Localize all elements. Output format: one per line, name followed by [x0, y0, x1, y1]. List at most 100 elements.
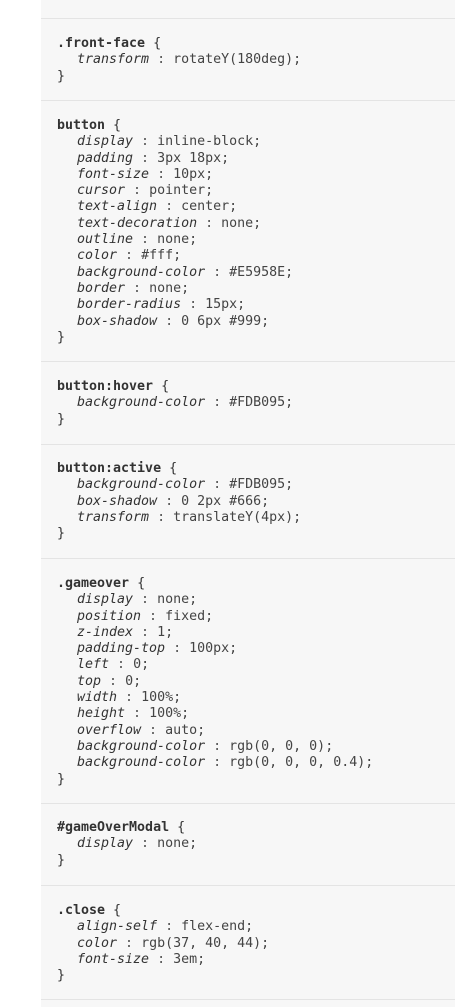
css-property: transform: [77, 52, 150, 68]
colon-separator: :: [109, 657, 134, 673]
css-value: #fff;: [141, 248, 182, 264]
css-rule-button: button {display : inline-block; padding :…: [57, 118, 293, 346]
css-property: left: [77, 657, 110, 673]
css-declaration: height : 100%;: [57, 706, 373, 722]
css-property: width: [77, 690, 118, 706]
css-selector: .gameover: [57, 576, 130, 591]
close-brace: }: [57, 771, 66, 787]
css-value: 15px;: [205, 297, 246, 313]
colon-separator: :: [133, 624, 158, 640]
css-declaration: display : none;: [57, 592, 373, 608]
css-value: 100%;: [149, 706, 190, 722]
css-value: rgb(0, 0, 0);: [229, 738, 334, 754]
css-declaration: background-color : #FDB095;: [57, 477, 301, 493]
css-selector: #gameOverModal: [57, 820, 170, 835]
css-property: height: [77, 706, 126, 722]
css-value: 10px;: [173, 166, 214, 182]
css-selector: button:hover: [57, 379, 154, 394]
css-property: background-color: [77, 477, 206, 493]
colon-separator: :: [125, 280, 150, 296]
css-property: z-index: [77, 624, 134, 640]
css-selector-line: .gameover {: [57, 576, 373, 592]
rule-divider: [41, 885, 455, 886]
colon-separator: :: [133, 232, 158, 248]
css-declaration: background-color : #FDB095;: [57, 395, 293, 411]
css-rule-button-hover: button:hover {background-color : #FDB095…: [57, 379, 293, 428]
css-selector: button:active: [57, 461, 162, 476]
css-value: 3em;: [173, 951, 206, 967]
css-property: padding: [77, 150, 134, 166]
css-value: none;: [157, 232, 198, 248]
css-selector-line: .front-face {: [57, 36, 301, 52]
css-property: font-size: [77, 951, 150, 967]
css-property: overflow: [77, 722, 142, 738]
css-declaration: background-color : rgb(0, 0, 0);: [57, 739, 373, 755]
css-selector-line: .close {: [57, 903, 269, 919]
css-declaration: border : none;: [57, 281, 293, 297]
css-declaration: top : 0;: [57, 674, 373, 690]
css-value: center;: [181, 199, 238, 215]
css-code-viewer: .front-face {transform : rotateY(180deg)…: [41, 0, 455, 1007]
css-value: pointer;: [149, 183, 214, 199]
css-property: background-color: [77, 755, 206, 771]
colon-separator: :: [181, 297, 206, 313]
close-brace: }: [57, 526, 66, 542]
css-selector: .close: [57, 903, 106, 918]
colon-separator: :: [205, 395, 230, 411]
css-property: background-color: [77, 395, 206, 411]
css-rule-gameover: .gameover {display : none; position : fix…: [57, 576, 373, 788]
css-property: display: [77, 134, 134, 150]
css-declaration: transform : rotateY(180deg);: [57, 52, 301, 68]
css-value: translateY(4px);: [173, 509, 302, 525]
close-brace: }: [57, 411, 66, 427]
rule-divider: [41, 999, 455, 1000]
css-value: #FDB095;: [229, 477, 294, 493]
css-declaration: transform : translateY(4px);: [57, 510, 301, 526]
css-declaration: padding : 3px 18px;: [57, 151, 293, 167]
css-property: border: [77, 280, 126, 296]
css-value: rotateY(180deg);: [173, 52, 302, 68]
rule-divider: [41, 444, 455, 445]
colon-separator: :: [125, 183, 150, 199]
close-brace: }: [57, 329, 66, 345]
colon-separator: :: [133, 134, 158, 150]
css-declaration: left : 0;: [57, 657, 373, 673]
close-brace: }: [57, 968, 66, 984]
close-brace: }: [57, 852, 66, 868]
css-value: flex-end;: [181, 919, 254, 935]
colon-separator: :: [157, 199, 182, 215]
css-value: none;: [149, 280, 190, 296]
css-property: color: [77, 935, 118, 951]
css-property: align-self: [77, 919, 158, 935]
colon-separator: :: [205, 477, 230, 493]
css-declaration: display : inline-block;: [57, 134, 293, 150]
css-property: box-shadow: [77, 313, 158, 329]
css-declaration: text-align : center;: [57, 199, 293, 215]
css-value: 0;: [125, 673, 142, 689]
css-value: auto;: [165, 722, 206, 738]
css-declaration: color : rgb(37, 40, 44);: [57, 936, 269, 952]
colon-separator: :: [205, 755, 230, 771]
css-property: color: [77, 248, 118, 264]
colon-separator: :: [157, 493, 182, 509]
css-value: none;: [157, 836, 198, 852]
css-declaration: font-size : 3em;: [57, 952, 269, 968]
css-property: background-color: [77, 738, 206, 754]
css-value: rgb(37, 40, 44);: [141, 935, 270, 951]
css-value: fixed;: [165, 608, 214, 624]
rule-divider: [41, 100, 455, 101]
colon-separator: :: [157, 919, 182, 935]
css-property: display: [77, 592, 134, 608]
css-value: 100px;: [189, 641, 238, 657]
css-value: rgb(0, 0, 0, 0.4);: [229, 755, 374, 771]
css-property: text-align: [77, 199, 158, 215]
css-selector-line: button:hover {: [57, 379, 293, 395]
colon-separator: :: [117, 690, 142, 706]
css-declaration: align-self : flex-end;: [57, 919, 269, 935]
rule-divider: [41, 803, 455, 804]
css-declaration: outline : none;: [57, 232, 293, 248]
css-value: 3px 18px;: [157, 150, 230, 166]
css-declaration: overflow : auto;: [57, 723, 373, 739]
colon-separator: :: [125, 706, 150, 722]
css-declaration: padding-top : 100px;: [57, 641, 373, 657]
